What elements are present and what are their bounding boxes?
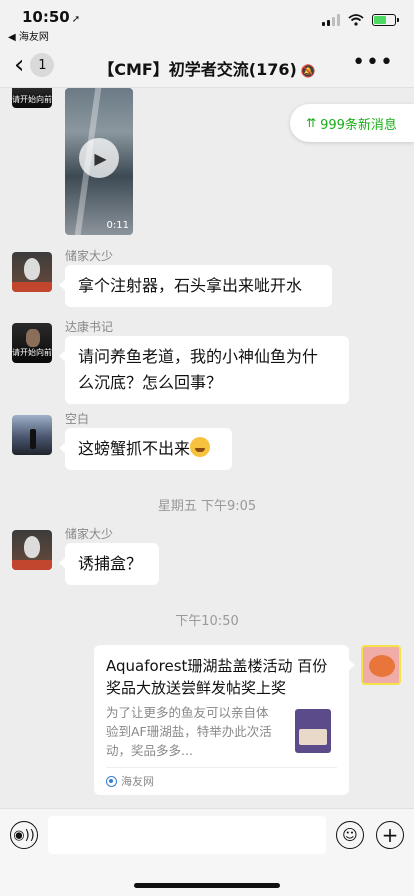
link-card-message[interactable]: Aquaforest珊湖盐盖楼活动 百份奖品大放送尝鲜发帖奖上奖 为了让更多的鱼… xyxy=(94,645,355,795)
avatar[interactable]: 请开始向前冲 xyxy=(12,88,52,108)
link-source: 海友网 xyxy=(106,767,337,789)
new-messages-button[interactable]: ⇈ 999条新消息 xyxy=(290,104,414,142)
haiyou-logo-icon xyxy=(106,775,117,787)
back-to-app-link[interactable]: ◀ 海友网 xyxy=(8,28,49,43)
sender-name: 储家大少 xyxy=(65,527,114,541)
message-text: 这螃蟹抓不出来 xyxy=(78,439,191,458)
avatar-caption: 请开始向前冲 xyxy=(12,348,52,357)
timestamp: 下午10:50 xyxy=(175,614,239,629)
link-source-name: 海友网 xyxy=(121,775,154,788)
sender-name: 储家大少 xyxy=(65,249,114,263)
message-bubble[interactable]: 拿个注射器，石头拿出来呲开水 xyxy=(59,265,332,307)
wifi-icon xyxy=(348,14,364,26)
emoji-button[interactable]: ☺ xyxy=(336,821,364,849)
new-messages-label: 999条新消息 xyxy=(320,117,397,133)
status-bar: 10:50 ➚ ◀ 海友网 xyxy=(0,0,414,44)
message-bubble[interactable]: 诱捕盒？ xyxy=(59,543,159,585)
link-title: Aquaforest珊湖盐盖楼活动 百份奖品大放送尝鲜发帖奖上奖 xyxy=(106,657,328,697)
avatar[interactable] xyxy=(12,530,52,570)
status-time: 10:50 ➚ xyxy=(22,8,81,26)
sender-name: 空白 xyxy=(65,412,90,426)
double-up-arrow-icon: ⇈ xyxy=(306,116,317,130)
battery-charging-icon xyxy=(372,14,399,26)
input-bar: ◉)) ☺ + xyxy=(0,808,414,896)
video-duration: 0:11 xyxy=(106,220,129,231)
location-arrow-icon: ➚ xyxy=(71,14,81,25)
mute-icon: 🔕 xyxy=(300,64,316,78)
play-icon[interactable]: ▶ xyxy=(79,138,119,178)
own-avatar[interactable] xyxy=(361,645,401,685)
message-text: 请问养鱼老道，我的小神仙鱼为什 xyxy=(78,347,319,366)
laughing-emoji-icon xyxy=(190,437,211,457)
voice-input-button[interactable]: ◉)) xyxy=(10,821,38,849)
timestamp: 星期五 下午9:05 xyxy=(157,499,257,514)
link-description: 为了让更多的鱼友可以亲自体验到AF珊湖盐，特举办此次活动，奖品多多... xyxy=(106,705,272,758)
link-thumbnail xyxy=(289,705,337,755)
more-actions-button[interactable]: + xyxy=(376,821,404,849)
message-bubble[interactable]: 这螃蟹抓不出来 xyxy=(59,428,232,470)
avatar-caption: 请开始向前冲 xyxy=(12,95,52,104)
avatar[interactable]: 请开始向前冲 xyxy=(12,323,52,363)
more-options-button[interactable]: ••• xyxy=(352,50,394,75)
status-icons xyxy=(322,14,399,26)
message-bubble[interactable]: 请问养鱼老道，我的小神仙鱼为什 么沉底？怎么回事？ xyxy=(59,336,349,404)
sender-name: 达康书记 xyxy=(65,320,114,334)
avatar[interactable] xyxy=(12,415,52,455)
home-indicator[interactable] xyxy=(134,883,280,888)
avatar[interactable] xyxy=(12,252,52,292)
chat-nav-bar: ‹ 1 【CMF】初学者交流(176) 🔕 ••• xyxy=(0,44,414,88)
video-message[interactable]: ▶ 0:11 xyxy=(65,88,133,235)
message-text: 么沉底？怎么回事？ xyxy=(78,373,223,392)
cellular-signal-icon xyxy=(322,14,340,26)
message-input[interactable] xyxy=(48,816,326,854)
